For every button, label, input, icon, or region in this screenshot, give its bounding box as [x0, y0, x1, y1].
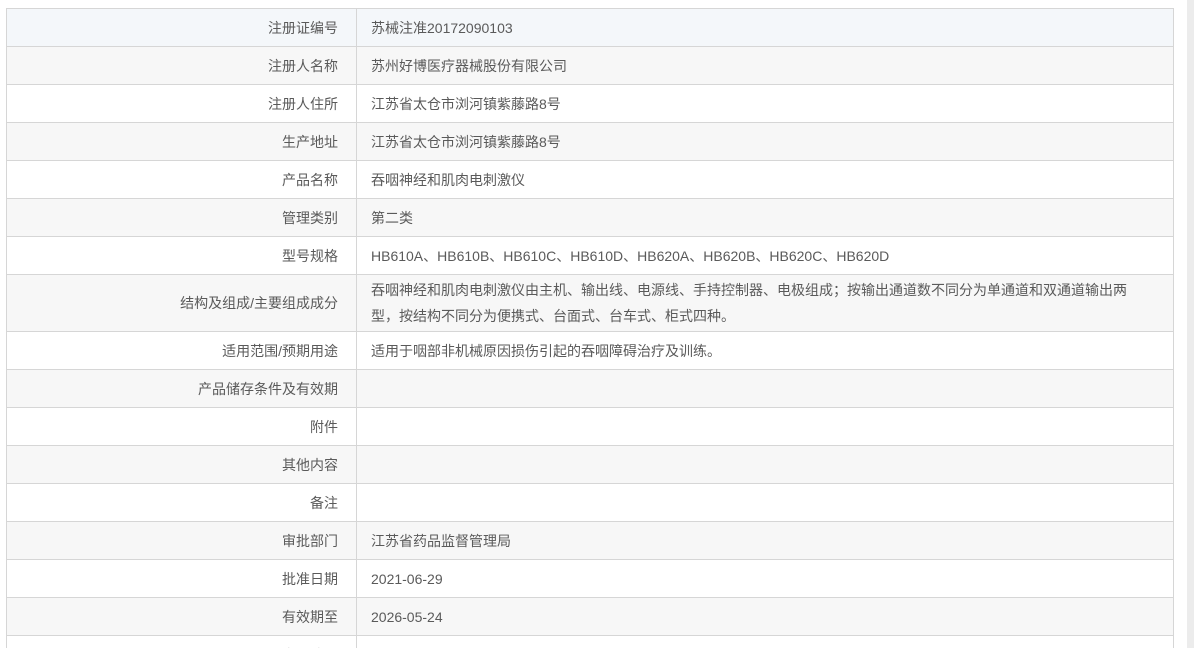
- table-row: 管理类别 第二类: [6, 198, 1174, 237]
- table-row: 产品名称 吞咽神经和肌肉电刺激仪: [6, 160, 1174, 199]
- row-value: HB610A、HB610B、HB610C、HB610D、HB620A、HB620…: [356, 236, 1174, 275]
- table-row: 变更情况: [6, 635, 1174, 648]
- row-label: 结构及组成/主要组成成分: [6, 274, 357, 332]
- table-row: 备注: [6, 483, 1174, 522]
- row-value: 江苏省太仓市浏河镇紫藤路8号: [356, 122, 1174, 161]
- row-value: 吞咽神经和肌肉电刺激仪由主机、输出线、电源线、手持控制器、电极组成；按输出通道数…: [356, 274, 1174, 332]
- row-label: 管理类别: [6, 198, 357, 237]
- row-value: 2026-05-24: [356, 597, 1174, 636]
- page: 注册证编号 苏械注准20172090103 注册人名称 苏州好博医疗器械股份有限…: [0, 0, 1194, 648]
- row-label: 变更情况: [6, 635, 357, 648]
- row-label: 审批部门: [6, 521, 357, 560]
- row-label: 产品名称: [6, 160, 357, 199]
- row-value: [356, 635, 1174, 648]
- row-label: 注册人住所: [6, 84, 357, 123]
- row-value: 吞咽神经和肌肉电刺激仪: [356, 160, 1174, 199]
- registration-detail-table: 注册证编号 苏械注准20172090103 注册人名称 苏州好博医疗器械股份有限…: [6, 8, 1174, 648]
- row-label: 型号规格: [6, 236, 357, 275]
- registration-detail-table-body: 注册证编号 苏械注准20172090103 注册人名称 苏州好博医疗器械股份有限…: [6, 8, 1174, 648]
- row-label: 批准日期: [6, 559, 357, 598]
- row-label: 生产地址: [6, 122, 357, 161]
- row-label: 适用范围/预期用途: [6, 331, 357, 370]
- table-row: 结构及组成/主要组成成分 吞咽神经和肌肉电刺激仪由主机、输出线、电源线、手持控制…: [6, 274, 1174, 332]
- row-label: 有效期至: [6, 597, 357, 636]
- row-value: [356, 445, 1174, 484]
- table-row: 其他内容: [6, 445, 1174, 484]
- row-label: 产品储存条件及有效期: [6, 369, 357, 408]
- table-row: 有效期至 2026-05-24: [6, 597, 1174, 636]
- row-value: 第二类: [356, 198, 1174, 237]
- row-value: 适用于咽部非机械原因损伤引起的吞咽障碍治疗及训练。: [356, 331, 1174, 370]
- row-value: 江苏省太仓市浏河镇紫藤路8号: [356, 84, 1174, 123]
- row-value: [356, 407, 1174, 446]
- table-row: 生产地址 江苏省太仓市浏河镇紫藤路8号: [6, 122, 1174, 161]
- table-row: 注册人名称 苏州好博医疗器械股份有限公司: [6, 46, 1174, 85]
- table-row: 注册证编号 苏械注准20172090103: [6, 8, 1174, 47]
- table-row: 适用范围/预期用途 适用于咽部非机械原因损伤引起的吞咽障碍治疗及训练。: [6, 331, 1174, 370]
- table-row: 附件: [6, 407, 1174, 446]
- row-label: 注册证编号: [6, 8, 357, 47]
- table-row: 注册人住所 江苏省太仓市浏河镇紫藤路8号: [6, 84, 1174, 123]
- row-label: 其他内容: [6, 445, 357, 484]
- table-row: 型号规格 HB610A、HB610B、HB610C、HB610D、HB620A、…: [6, 236, 1174, 275]
- row-label: 附件: [6, 407, 357, 446]
- row-label: 注册人名称: [6, 46, 357, 85]
- row-value: [356, 483, 1174, 522]
- row-value: 江苏省药品监督管理局: [356, 521, 1174, 560]
- row-value: 2021-06-29: [356, 559, 1174, 598]
- row-label: 备注: [6, 483, 357, 522]
- table-row: 批准日期 2021-06-29: [6, 559, 1174, 598]
- table-row: 产品储存条件及有效期: [6, 369, 1174, 408]
- row-value: 苏州好博医疗器械股份有限公司: [356, 46, 1174, 85]
- row-value: 苏械注准20172090103: [356, 8, 1174, 47]
- row-value: [356, 369, 1174, 408]
- scrollbar-track[interactable]: [1187, 0, 1194, 648]
- table-row: 审批部门 江苏省药品监督管理局: [6, 521, 1174, 560]
